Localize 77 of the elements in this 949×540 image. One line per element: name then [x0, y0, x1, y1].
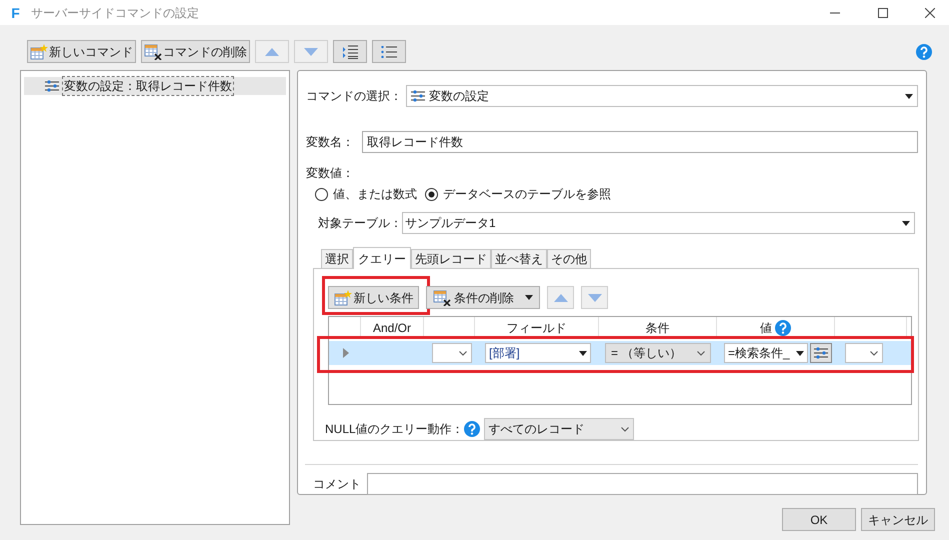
list-icon — [381, 46, 397, 58]
table-dropdown[interactable]: サンプルデータ1 — [402, 212, 915, 234]
and-or-dropdown[interactable] — [432, 343, 472, 363]
radio-button[interactable] — [315, 188, 328, 200]
caret-icon — [525, 295, 533, 300]
new-condition-button[interactable]: 新しい条件 — [328, 286, 419, 309]
down-button[interactable] — [294, 40, 328, 63]
caret-icon — [697, 350, 705, 356]
comment-field[interactable] — [367, 473, 918, 495]
variable-name-field[interactable]: 取得レコード件数 — [362, 131, 918, 153]
column-header: And/Or — [372, 320, 411, 336]
settings-button[interactable] — [810, 343, 832, 363]
new-command-button[interactable]: 新しいコマンド — [27, 40, 136, 63]
caret-icon — [796, 350, 804, 356]
table-delete-icon — [144, 44, 162, 60]
window-title: サーバーサイドコマンドの設定 — [31, 4, 199, 22]
indent-list-icon — [342, 44, 358, 58]
ok-button[interactable]: OK — [782, 508, 856, 531]
row-pointer-icon — [343, 348, 349, 358]
column-header: フィールド — [506, 320, 566, 336]
command-dropdown[interactable]: 変数の設定 — [406, 85, 918, 107]
field-dropdown[interactable]: [部署] — [485, 343, 591, 363]
delete-condition-button[interactable]: 条件の削除 — [426, 286, 540, 309]
table-star-icon — [334, 290, 352, 306]
tab[interactable]: その他 — [547, 249, 591, 268]
caret-icon — [905, 94, 913, 98]
up-button[interactable] — [547, 286, 574, 309]
down-arrow-icon — [304, 48, 318, 56]
tree-item[interactable]: 変数の設定：取得レコード件数 — [24, 77, 286, 95]
caret-icon — [870, 350, 878, 356]
field-label: コメント — [313, 476, 361, 493]
up-button[interactable] — [255, 40, 289, 63]
extra-dropdown[interactable] — [845, 343, 883, 363]
caret-icon — [459, 350, 467, 356]
condition-row[interactable]: [部署] = （等しい） =検索条件_ — [329, 341, 911, 365]
indent-button[interactable] — [333, 40, 367, 63]
condition-dropdown[interactable]: = （等しい） — [605, 343, 711, 363]
column-header: 条件 — [646, 320, 670, 336]
sliders-icon — [45, 80, 59, 92]
field-label: NULL値のクエリー動作： — [325, 421, 464, 438]
down-button[interactable] — [581, 286, 608, 309]
tab[interactable]: 選択 — [321, 249, 353, 268]
column-header: 値 — [760, 320, 772, 336]
dropdown-value: 変数の設定 — [429, 88, 489, 105]
up-arrow-icon — [265, 48, 279, 56]
value-dropdown[interactable]: =検索条件_ — [724, 343, 808, 363]
tab[interactable]: 先頭レコード — [411, 249, 491, 268]
dropdown-value: サンプルデータ1 — [405, 215, 496, 232]
field-label: 対象テーブル： — [318, 215, 402, 232]
caret-icon — [579, 350, 587, 356]
caret-icon — [902, 220, 910, 226]
help-icon[interactable] — [464, 421, 480, 437]
table-star-icon — [30, 44, 48, 60]
delete-command-button[interactable]: コマンドの削除 — [141, 40, 250, 63]
sliders-icon — [411, 90, 425, 102]
field-label: 変数値： — [306, 165, 355, 182]
close-icon[interactable] — [925, 8, 935, 18]
app-logo: F — [10, 5, 21, 20]
up-arrow-icon — [554, 294, 568, 302]
list-button[interactable] — [372, 40, 406, 63]
maximize-icon[interactable] — [878, 8, 888, 18]
null-behavior-dropdown[interactable]: すべてのレコード — [484, 418, 634, 440]
radio-label: データベースのテーブルを参照 — [443, 186, 611, 203]
table-delete-icon — [433, 290, 451, 306]
cancel-button[interactable]: キャンセル — [861, 508, 935, 531]
field-label: 変数名： — [306, 134, 354, 151]
help-icon[interactable] — [775, 320, 791, 336]
field-label: コマンドの選択： — [306, 88, 402, 105]
tab[interactable]: クエリー — [353, 247, 411, 269]
radio-button[interactable] — [425, 188, 438, 200]
radio-label: 値、または数式 — [333, 186, 417, 203]
caret-icon — [620, 426, 629, 432]
sliders-icon — [814, 347, 828, 359]
help-icon[interactable] — [916, 44, 932, 60]
down-arrow-icon — [588, 294, 602, 302]
tab[interactable]: 並べ替え — [491, 249, 547, 268]
dropdown-value: すべてのレコード — [488, 421, 585, 438]
